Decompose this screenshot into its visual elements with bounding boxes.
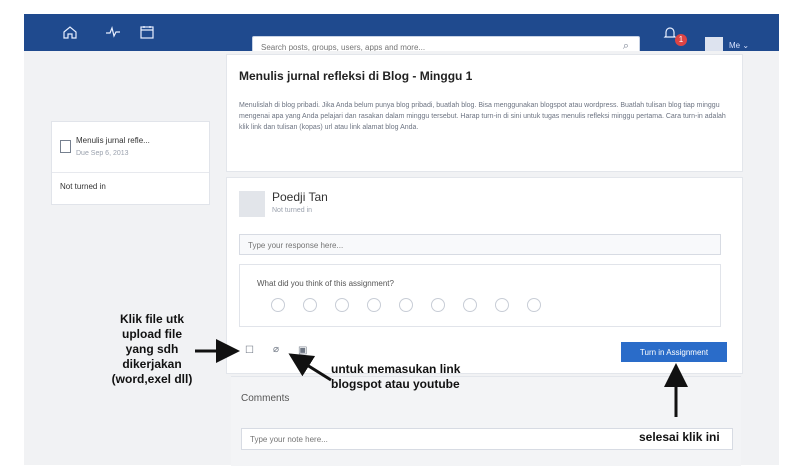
annotation-finish: selesai klik ini	[639, 430, 720, 444]
user-menu-label: Me	[729, 41, 741, 50]
response-status: Not turned in	[272, 207, 313, 214]
face-icon[interactable]	[431, 298, 445, 312]
assignment-title: Menulis jurnal refleksi di Blog - Minggu…	[239, 69, 473, 83]
face-icon[interactable]	[367, 298, 381, 312]
file-icon[interactable]: ☐	[245, 345, 254, 356]
notification-count-badge: 1	[675, 34, 687, 46]
home-icon[interactable]	[61, 23, 79, 41]
assignment-summary[interactable]: Menulis jurnal refle... Due Sep 6, 2013	[52, 122, 209, 173]
student-name: Poedji Tan	[272, 190, 328, 204]
assignment-description: Menulislah di blog pribadi. Jika Anda be…	[239, 102, 726, 131]
face-icon[interactable]	[463, 298, 477, 312]
comments-title: Comments	[241, 393, 290, 404]
library-icon[interactable]: ▣	[298, 345, 307, 356]
assignment-status: Not turned in	[60, 182, 106, 191]
assignment-details-card: Menulis jurnal refleksi di Blog - Minggu…	[226, 54, 743, 172]
top-navigation-bar: ⌕ 1 Me ⌄	[24, 14, 779, 61]
face-icon[interactable]	[527, 298, 541, 312]
assignment-short-title: Menulis jurnal refle...	[76, 136, 150, 145]
response-input[interactable]	[240, 236, 736, 255]
assignment-side-card[interactable]: Menulis jurnal refle... Due Sep 6, 2013 …	[51, 121, 210, 205]
face-icon[interactable]	[399, 298, 413, 312]
face-icon[interactable]	[495, 298, 509, 312]
activity-icon[interactable]	[104, 23, 122, 41]
assignment-due-date: Due Sep 6, 2013	[76, 150, 129, 157]
face-icon[interactable]	[303, 298, 317, 312]
calendar-icon[interactable]	[138, 23, 156, 41]
feedback-question: What did you think of this assignment?	[257, 279, 394, 288]
face-icon[interactable]	[335, 298, 349, 312]
user-menu[interactable]: Me ⌄	[729, 41, 749, 50]
document-icon	[60, 140, 71, 153]
student-avatar	[239, 191, 265, 217]
face-icon[interactable]	[271, 298, 285, 312]
response-field[interactable]	[239, 234, 736, 255]
annotation-link: untuk memasukan link blogspot atau youtu…	[331, 362, 461, 391]
feedback-rating-options[interactable]	[271, 298, 541, 312]
feedback-panel: What did you think of this assignment?	[239, 264, 721, 327]
screenshot-frame: ⌕ 1 Me ⌄ Menulis jurnal refle... Due Sep…	[2, 0, 799, 466]
turn-in-assignment-button[interactable]: Turn in Assignment	[621, 342, 727, 362]
annotation-upload-file: Klik file utk upload file yang sdh diker…	[111, 312, 193, 386]
link-icon[interactable]: ⌀	[273, 344, 279, 355]
